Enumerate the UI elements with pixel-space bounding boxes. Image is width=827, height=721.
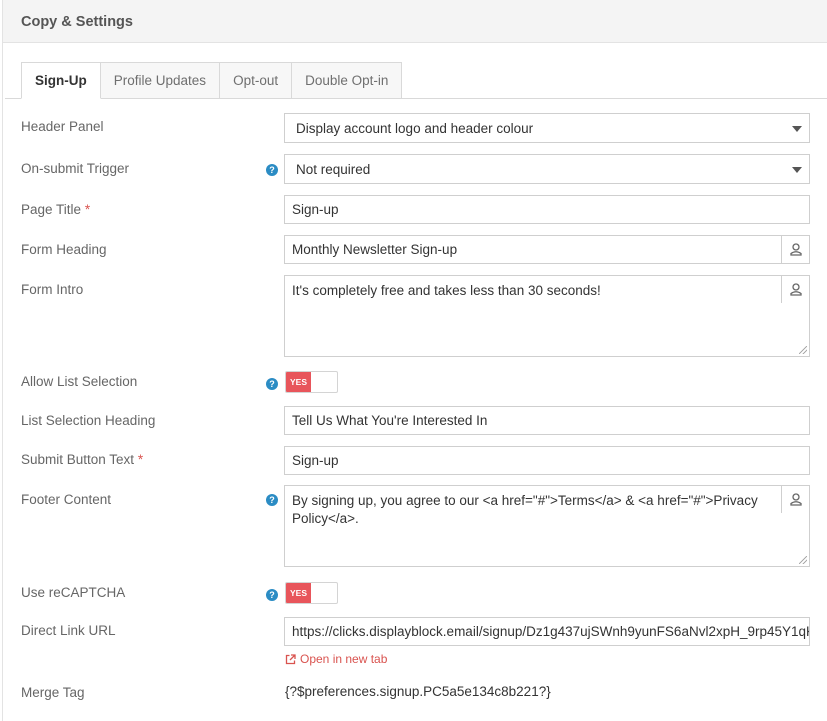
merge-tag-label: Merge Tag [21,685,85,700]
header-panel-select[interactable]: Display account logo and header colour [284,113,810,143]
external-link-icon [285,653,296,664]
submit-button-text-label: Submit Button Text * [21,452,143,467]
use-recaptcha-toggle[interactable]: YES [285,582,338,604]
merge-tag-value: {?$preferences.signup.PC5a5e134c8b221?} [285,684,551,699]
resize-handle[interactable] [799,556,807,564]
toggle-yes: YES [286,372,311,392]
allow-list-selection-label: Allow List Selection [21,374,138,389]
form-intro-value: It's completely free and takes less than… [292,283,601,298]
list-selection-heading-input[interactable]: Tell Us What You're Interested In [284,406,810,435]
on-submit-trigger-value: Not required [296,162,371,177]
tab-double-opt-in[interactable]: Double Opt-in [292,62,403,99]
resize-handle[interactable] [799,346,807,354]
header-panel-label: Header Panel [21,119,104,134]
help-icon[interactable]: ? [266,494,278,506]
required-marker: * [137,452,144,467]
form-heading-label: Form Heading [21,242,107,257]
personalize-button[interactable] [781,276,809,303]
submit-button-text-input[interactable]: Sign-up [284,446,810,475]
tab-sign-up[interactable]: Sign-Up [21,62,101,99]
header-panel-value: Display account logo and header colour [296,121,534,136]
tab-bar: Sign-Up Profile Updates Opt-out Double O… [21,62,403,99]
form-heading-value: Monthly Newsletter Sign-up [292,242,458,257]
copy-settings-panel: Copy & Settings Sign-Up Profile Updates … [2,0,827,721]
direct-link-url-label: Direct Link URL [21,623,116,638]
direct-link-url-input[interactable]: https://clicks.displayblock.email/signup… [284,617,810,646]
form-intro-textarea[interactable]: It's completely free and takes less than… [284,275,810,357]
personalize-button[interactable] [781,486,809,513]
on-submit-trigger-select[interactable]: Not required [284,154,810,184]
tab-opt-out[interactable]: Opt-out [220,62,293,99]
person-icon [789,493,802,506]
chevron-down-icon [792,126,802,132]
help-icon[interactable]: ? [266,589,278,601]
required-marker: * [84,202,91,217]
help-icon[interactable]: ? [266,164,278,176]
personalize-button[interactable] [781,236,809,263]
form-heading-input[interactable]: Monthly Newsletter Sign-up [284,235,810,264]
page-title-input[interactable]: Sign-up [284,195,810,224]
allow-list-selection-toggle[interactable]: YES [285,371,338,393]
panel-title: Copy & Settings [21,14,133,30]
toggle-yes: YES [286,583,311,603]
footer-content-label: Footer Content [21,492,112,507]
person-icon [789,283,802,296]
use-recaptcha-label: Use reCAPTCHA [21,585,126,600]
footer-content-value: By signing up, you agree to our <a href=… [292,493,758,526]
person-icon [789,243,802,256]
form-intro-label: Form Intro [21,282,84,297]
on-submit-trigger-label: On-submit Trigger [21,161,130,176]
tab-profile-updates[interactable]: Profile Updates [100,62,221,99]
help-icon[interactable]: ? [266,378,278,390]
open-in-new-tab-link[interactable]: Open in new tab [285,652,387,666]
page-title-label-text: Page Title [21,202,82,217]
panel-header: Copy & Settings [3,0,827,43]
page-title-label: Page Title * [21,202,90,217]
footer-content-textarea[interactable]: By signing up, you agree to our <a href=… [284,485,810,567]
chevron-down-icon [792,167,802,173]
list-selection-heading-label: List Selection Heading [21,413,156,428]
submit-button-text-label-text: Submit Button Text [21,452,135,467]
open-in-new-tab-text: Open in new tab [300,652,388,666]
